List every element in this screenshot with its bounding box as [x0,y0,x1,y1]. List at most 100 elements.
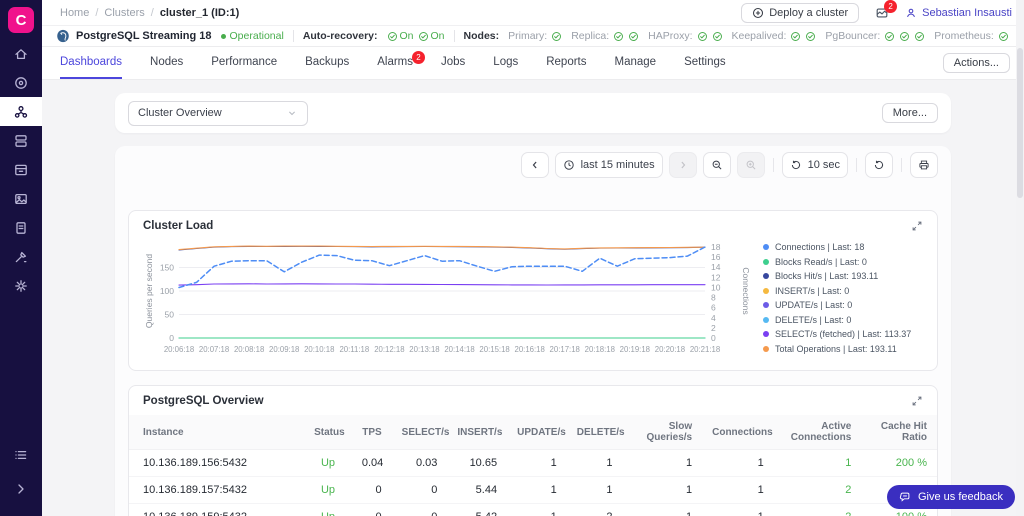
node-check [613,31,624,42]
refresh-interval-button[interactable]: 10 sec [781,152,848,178]
legend-dot [763,302,769,308]
time-prev-button[interactable] [520,152,549,178]
more-button[interactable]: More... [881,103,938,123]
expand-chart-button[interactable] [911,220,923,232]
dashboard-select[interactable]: Cluster Overview [128,100,308,126]
sidebar-item-nodes[interactable] [0,126,42,155]
svg-text:14: 14 [711,262,721,272]
sidebar-item-storage[interactable] [0,155,42,184]
column-header-cache-hit-ratio[interactable]: Cache Hit Ratio [861,415,937,450]
expand-table-button[interactable] [911,395,923,407]
node-check [899,31,910,42]
svg-text:20:13:18: 20:13:18 [409,345,439,354]
svg-text:20:09:18: 20:09:18 [269,345,299,354]
tab-settings[interactable]: Settings [684,47,726,79]
tab-nodes[interactable]: Nodes [150,47,183,79]
legend-item-connections[interactable]: Connections | Last: 18 [763,242,921,252]
zoom-in-button[interactable] [736,152,765,178]
breadcrumb-separator: / [95,6,99,19]
postgresql-overview-panel: PostgreSQL Overview Instance Status TPS SEL… [128,385,938,516]
zoom-out-button[interactable] [702,152,731,178]
sidebar-item-settings[interactable] [0,271,42,300]
column-header-active-connections[interactable]: Active Connections [773,415,862,450]
legend-dot [763,244,769,250]
cluster-name: PostgreSQL Streaming 18 [56,29,212,43]
tab-performance[interactable]: Performance [211,47,277,79]
tab-logs[interactable]: Logs [493,47,518,79]
sidebar-item-reports[interactable] [0,213,42,242]
node-check [884,31,895,42]
breadcrumb-clusters[interactable]: Clusters [104,7,144,19]
svg-text:20:20:18: 20:20:18 [655,345,685,354]
divider [772,158,774,172]
legend-dot [763,273,769,279]
node-group-keepalived: Keepalived: [732,30,817,42]
legend-item-select-s-fetched-[interactable]: SELECT/s (fetched) | Last: 113.37 [763,329,921,339]
legend-item-update-s[interactable]: UPDATE/s | Last: 0 [763,300,921,310]
column-header-select-s[interactable]: SELECT/s [391,415,449,450]
sidebar-item-tools[interactable] [0,242,42,271]
check-circle-icon [885,31,895,41]
cell-instance: 10.136.189.156:5432 [129,449,305,477]
sidebar-item-clusters[interactable] [0,97,42,126]
legend-item-insert-s[interactable]: INSERT/s | Last: 0 [763,286,921,296]
cell-select-s: 0.03 [391,449,448,477]
print-button[interactable] [910,152,938,178]
refresh-icon [874,160,884,170]
cell-status: Up [304,503,352,516]
tab-jobs[interactable]: Jobs [441,47,465,79]
chevron-right-icon [18,484,24,494]
deploy-cluster-button[interactable]: Deploy a cluster [741,2,860,23]
sidebar: C [0,0,42,516]
breadcrumb: Home / Clusters / cluster_1 (ID:1) [60,7,239,19]
cluster-load-panel: Cluster Load 0 50 100 150 0 2 4 6 8 10 12 14 16 18 20:… [128,210,938,371]
sidebar-item-collapse[interactable] [0,472,42,506]
column-header-instance[interactable]: Instance [129,415,305,450]
column-header-insert-s[interactable]: INSERT/s [447,415,508,450]
tab-alarms[interactable]: Alarms 2 [377,47,425,79]
app-logo[interactable]: C [8,7,34,33]
sidebar-item-activity[interactable] [0,68,42,97]
legend-item-delete-s[interactable]: DELETE/s | Last: 0 [763,315,921,325]
refresh-button[interactable] [865,152,893,178]
actions-button[interactable]: Actions... [942,53,1010,73]
feedback-button[interactable]: Give us feedback [887,485,1015,509]
legend-dot [763,316,769,323]
scrollbar-thumb[interactable] [1017,48,1023,198]
cell-cache-hit-ratio: 200 % [861,449,937,477]
svg-text:20:11:18: 20:11:18 [339,345,369,354]
time-range-button[interactable]: last 15 minutes [554,152,663,178]
check-circle-icon [614,31,624,41]
svg-text:20:10:18: 20:10:18 [304,345,334,354]
column-header-update-s[interactable]: UPDATE/s [507,415,567,450]
column-header-connections[interactable]: Connections [702,415,774,450]
column-header-tps[interactable]: TPS [351,415,392,450]
page-scrollbar[interactable] [1016,0,1024,516]
activity-center-button[interactable]: 2 [875,0,898,20]
legend-item-blocks-hit-s[interactable]: Blocks Hit/s | Last: 193.11 [763,271,921,281]
table-row[interactable]: 10.136.189.157:5432Up005.4411112100 % [129,476,937,504]
sidebar-item-home[interactable] [0,39,42,68]
sidebar-item-images[interactable] [0,184,42,213]
table-row[interactable]: 10.136.189.159:5432Up005.4212112100 % [129,503,937,516]
column-header-status[interactable]: Status [304,415,352,450]
time-next-button[interactable] [668,152,697,178]
svg-text:Queries per second: Queries per second [144,254,154,328]
printer-icon [919,160,929,170]
legend-dot [763,258,769,265]
tab-dashboards[interactable]: Dashboards [60,47,123,79]
legend-item-blocks-read-s[interactable]: Blocks Read/s | Last: 0 [763,257,921,267]
breadcrumb-separator: / [150,6,154,19]
table-row[interactable]: 10.136.189.156:5432 Up 0.04 0.03 10.65 1 1 1 1 1 2… [129,449,937,477]
column-header-delete-s[interactable]: DELETE/s [566,415,625,450]
divider [901,158,902,172]
column-header-slow-queries-s[interactable]: Slow Queries/s [622,415,703,450]
sidebar-item-activity-list[interactable] [0,438,42,472]
person-icon [907,8,916,17]
legend-item-total-operations[interactable]: Total Operations | Last: 193.11 [763,344,921,354]
tab-manage[interactable]: Manage [615,47,657,79]
tab-reports[interactable]: Reports [546,47,586,79]
user-menu[interactable]: Sebastian Insausti [905,7,1012,19]
tab-backups[interactable]: Backups [305,47,349,79]
breadcrumb-home[interactable]: Home [60,7,89,19]
